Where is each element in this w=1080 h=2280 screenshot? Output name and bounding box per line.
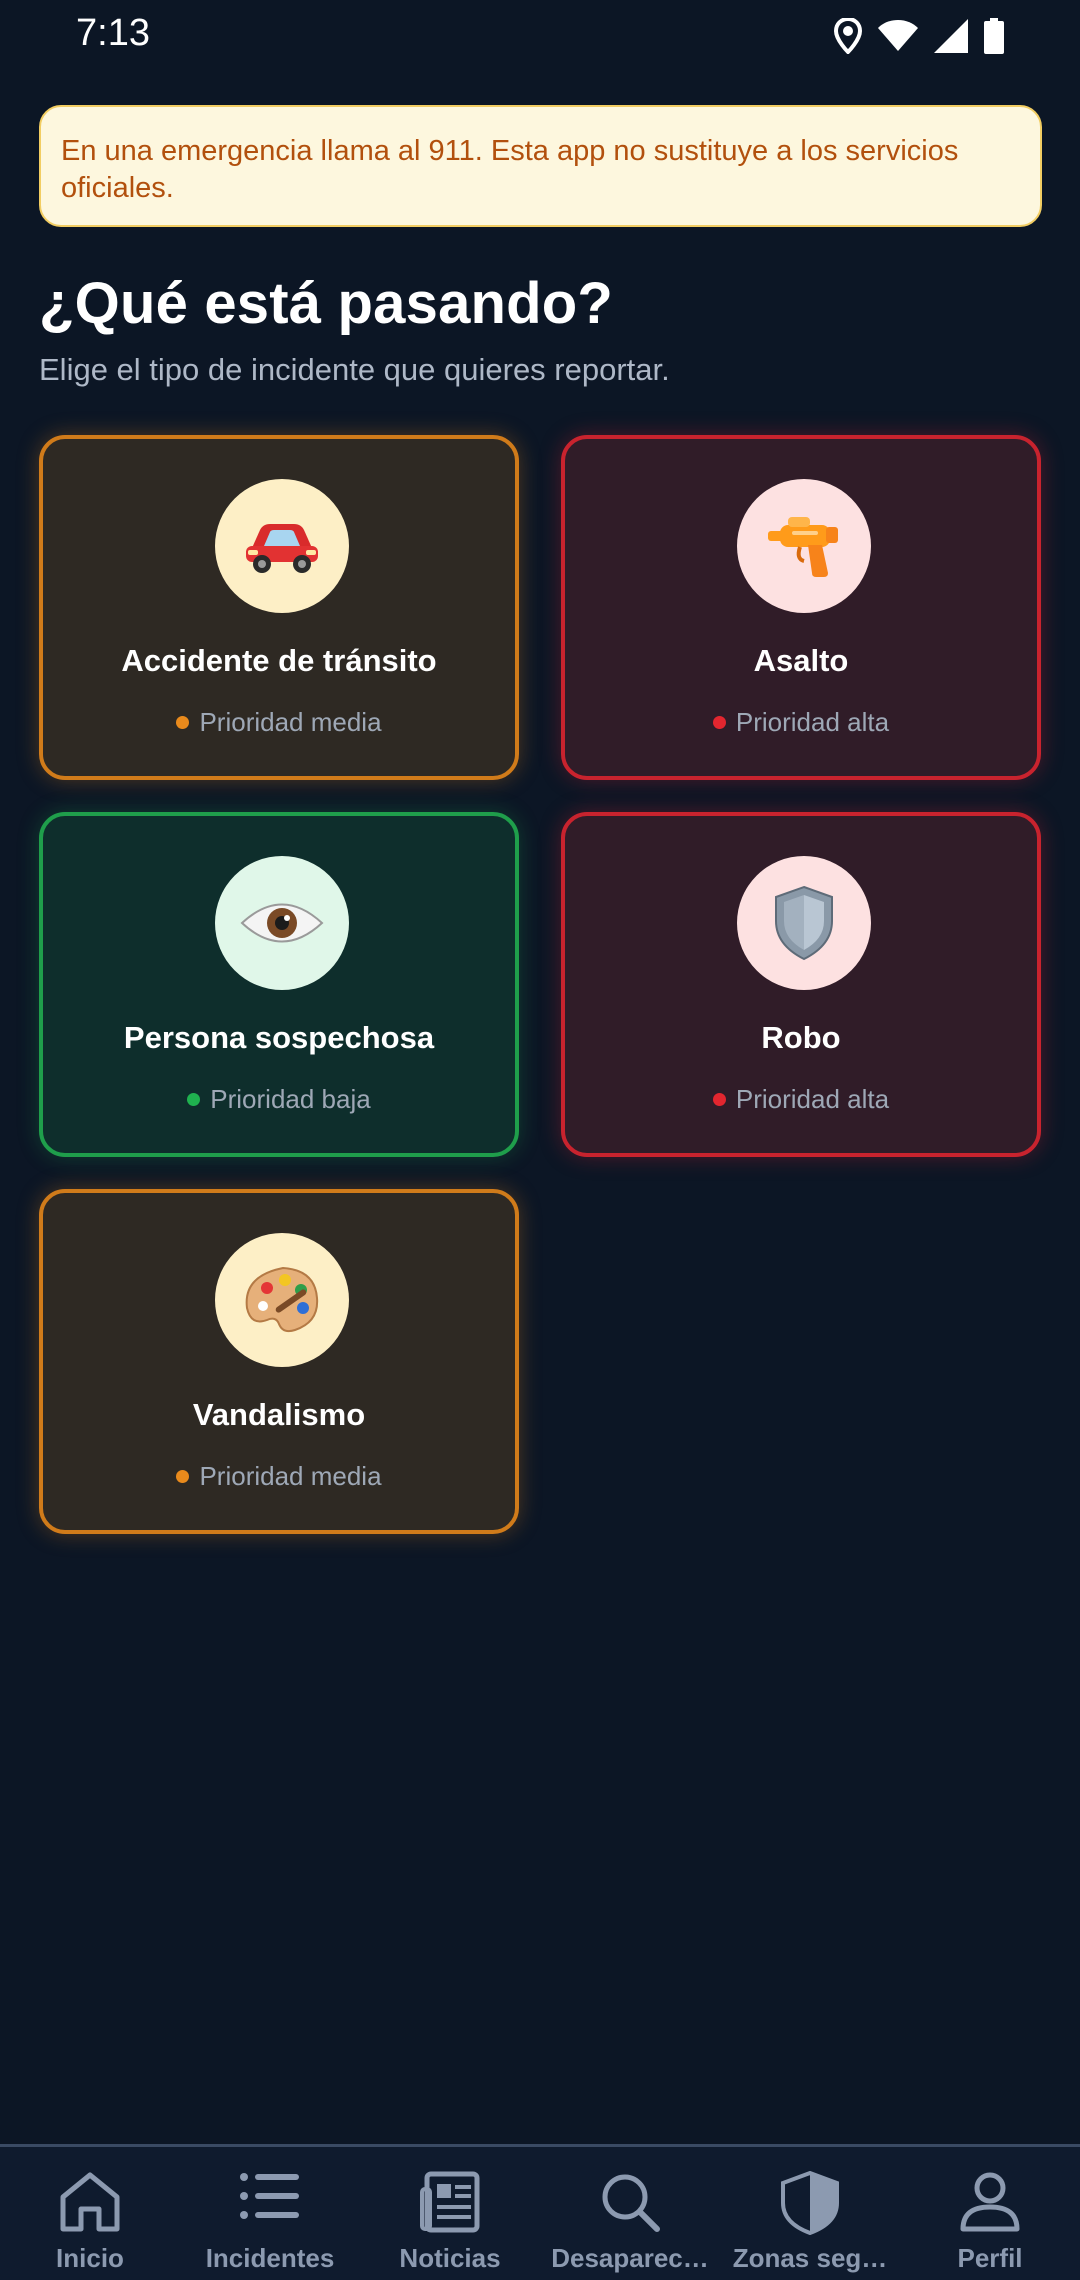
nav-item-desaparecidos[interactable]: Desaparec… [540,2147,720,2280]
nav-label: Zonas seg… [732,2243,888,2273]
card-title: Accidente de tránsito [121,643,437,678]
nav-label: Noticias [399,2243,501,2273]
priority-dot [187,1093,201,1106]
status-icons [834,16,1004,56]
status-time: 7:13 [76,12,150,54]
nav-item-inicio[interactable]: Inicio [0,2147,180,2280]
page-title: ¿Qué está pasando? [39,271,614,336]
palette-icon [243,1264,321,1336]
nav-label: Incidentes [205,2243,335,2273]
card-title: Persona sospechosa [123,1020,435,1055]
card-icon-circle [215,1233,349,1367]
priority-dot [712,1093,726,1106]
card-icon-circle [737,856,871,990]
car-icon [242,518,322,574]
incident-card-vandalismo[interactable]: Vandalismo Prioridad media [39,1189,519,1534]
banner-text: En una emergencia llama al 911. Esta app… [61,135,959,204]
shield-icon [772,885,836,961]
nav-label: Desaparec… [551,2243,709,2273]
priority-label: Prioridad baja [210,1084,371,1114]
priority-label: Prioridad alta [735,707,890,737]
nav-label: Perfil [957,2243,1023,2273]
priority-dot [712,716,726,729]
card-title: Robo [761,1020,841,1055]
home-icon [0,2171,180,2235]
card-icon-circle [215,479,349,613]
battery-icon [984,18,1004,54]
priority-label: Prioridad alta [735,1084,890,1114]
priority-label: Prioridad media [199,1461,382,1491]
priority-dot [176,716,190,729]
card-priority: Prioridad alta [565,707,1037,738]
priority-dot [176,1470,190,1483]
status-bar: 7:13 [0,0,1080,70]
incident-card-persona-sospechosa[interactable]: Persona sospechosa Prioridad baja [39,812,519,1157]
wifi-icon [878,20,918,52]
card-priority: Prioridad media [43,707,515,738]
page-subtitle: Elige el tipo de incidente que quieres r… [39,352,670,387]
search-icon [540,2171,720,2235]
card-priority: Prioridad alta [565,1084,1037,1115]
card-priority: Prioridad media [43,1461,515,1492]
person-icon [900,2171,1080,2235]
nav-item-zonas-seguras[interactable]: Zonas seg… [720,2147,900,2280]
priority-label: Prioridad media [199,707,382,737]
nav-label: Inicio [56,2243,124,2273]
list-icon [180,2171,360,2235]
signal-icon [934,19,968,53]
nav-item-noticias[interactable]: Noticias [360,2147,540,2280]
newspaper-icon [360,2171,540,2235]
nav-item-perfil[interactable]: Perfil [900,2147,1080,2280]
card-title: Vandalismo [192,1397,366,1432]
card-icon-circle [215,856,349,990]
location-icon [834,18,862,54]
water-pistol-icon [766,511,842,581]
card-priority: Prioridad baja [43,1084,515,1115]
incident-card-robo[interactable]: Robo Prioridad alta [561,812,1041,1157]
shield-icon [720,2171,900,2235]
card-title: Asalto [753,643,849,678]
bottom-navigation: Inicio Incidentes Noticias Desaparec… Zo… [0,2144,1080,2280]
nav-item-incidentes[interactable]: Incidentes [180,2147,360,2280]
eye-icon [240,898,324,948]
emergency-warning-banner: En una emergencia llama al 911. Esta app… [39,105,1042,227]
incident-card-asalto[interactable]: Asalto Prioridad alta [561,435,1041,780]
incident-card-accidente[interactable]: Accidente de tránsito Prioridad media [39,435,519,780]
card-icon-circle [737,479,871,613]
